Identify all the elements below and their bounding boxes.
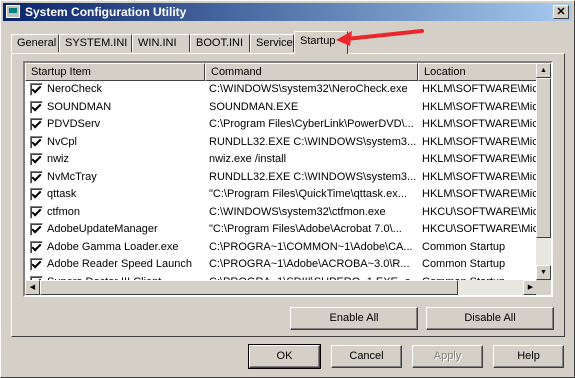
table-row[interactable]: NeroCheck C:\WINDOWS\system32\NeroCheck.e… <box>25 81 538 98</box>
cell-location: HKLM\SOFTWARE\Micro <box>422 153 538 165</box>
close-button[interactable]: ✕ <box>553 5 569 19</box>
table-row[interactable]: NvCpl RUNDLL32.EXE C:\WINDOWS\system3... H… <box>25 134 538 151</box>
cell-startup-item: SOUNDMAN <box>47 100 112 113</box>
startup-item-checkbox[interactable] <box>30 170 43 184</box>
table-row[interactable]: ctfmon C:\WINDOWS\system32\ctfmon.exe HKCU… <box>25 204 538 221</box>
cell-location: HKLM\SOFTWARE\Micro <box>422 188 538 200</box>
cell-command: RUNDLL32.EXE C:\WINDOWS\system3... <box>209 170 416 183</box>
table-row[interactable]: nwiz nwiz.exe /install HKLM\SOFTWARE\Micro <box>25 151 538 168</box>
tab-startup[interactable]: Startup <box>294 31 348 54</box>
startup-item-checkbox[interactable] <box>30 118 43 131</box>
table-row[interactable]: Adobe Reader Speed Launch C:\PROGRA~1\Ado… <box>25 256 538 273</box>
table-row[interactable]: qttask "C:\Program Files\QuickTime\qttask… <box>25 186 538 203</box>
column-header-location[interactable]: Location <box>418 63 538 81</box>
title-bar[interactable]: System Configuration Utility ✕ <box>3 3 572 21</box>
ok-button[interactable]: OK <box>248 344 321 369</box>
column-header-command[interactable]: Command <box>205 63 418 81</box>
cell-command: C:\PROGRA~1\COMMON~1\Adobe\CA... <box>209 240 413 253</box>
tab-services[interactable]: Services <box>250 34 298 52</box>
startup-item-checkbox[interactable] <box>30 188 43 201</box>
cell-command: RUNDLL32.EXE C:\WINDOWS\system3... <box>209 135 416 148</box>
cell-location: HKCU\SOFTWARE\Micro <box>422 223 538 235</box>
help-button[interactable]: Help <box>493 345 564 368</box>
cell-startup-item: NeroCheck <box>47 83 103 95</box>
vertical-scroll-thumb[interactable] <box>536 78 551 238</box>
cell-location: HKLM\SOFTWARE\Micro <box>422 100 538 113</box>
column-header-startup-item[interactable]: Startup Item <box>25 63 205 81</box>
system-configuration-window: System Configuration Utility ✕ General S… <box>0 0 575 378</box>
scroll-up-button[interactable]: ▲ <box>536 63 551 78</box>
cell-startup-item: AdobeUpdateManager <box>47 223 158 235</box>
cell-location: HKLM\SOFTWARE\Micro <box>422 135 538 148</box>
cell-command: C:\WINDOWS\system32\ctfmon.exe <box>209 205 386 218</box>
cell-startup-item: qttask <box>47 188 77 200</box>
startup-item-checkbox[interactable] <box>30 83 43 96</box>
tab-system-ini[interactable]: SYSTEM.INI <box>59 34 132 52</box>
tab-general[interactable]: General <box>11 34 59 52</box>
cell-command: "C:\Program Files\Adobe\Acrobat 7.0\... <box>209 223 402 235</box>
cell-startup-item: NvCpl <box>47 135 77 148</box>
startup-items-list[interactable]: Startup Item Command Location NeroCheck C… <box>23 61 553 297</box>
tab-win-ini[interactable]: WIN.INI <box>132 34 190 52</box>
cancel-button[interactable]: Cancel <box>331 345 402 368</box>
scroll-left-button[interactable]: ◀ <box>25 280 40 295</box>
cell-startup-item: PDVDServ <box>47 118 101 130</box>
cell-command: SOUNDMAN.EXE <box>209 100 299 113</box>
cell-startup-item: ctfmon <box>47 205 81 218</box>
cell-command: C:\PROGRA~1\Adobe\ACROBA~3.0\R... <box>209 258 410 270</box>
startup-item-checkbox[interactable] <box>30 135 43 149</box>
cell-location: HKCU\SOFTWARE\Micro <box>422 205 538 218</box>
cell-startup-item: Adobe Reader Speed Launch <box>47 258 192 270</box>
cell-location: HKLM\SOFTWARE\Micro <box>422 170 538 183</box>
vertical-scrollbar[interactable]: ▲ ▼ <box>536 63 551 280</box>
startup-item-checkbox[interactable] <box>30 205 43 219</box>
cell-location: Common Startup <box>422 240 506 253</box>
horizontal-scrollbar[interactable]: ◀ ▶ <box>25 280 538 295</box>
startup-item-checkbox[interactable] <box>30 153 43 166</box>
cell-location: HKLM\SOFTWARE\Micro <box>422 118 538 130</box>
startup-item-checkbox[interactable] <box>30 100 43 114</box>
startup-item-checkbox[interactable] <box>30 240 43 254</box>
cell-startup-item: NvMcTray <box>47 170 97 183</box>
scrollbar-corner <box>536 280 551 295</box>
startup-item-checkbox[interactable] <box>30 258 43 271</box>
table-row[interactable]: NvMcTray RUNDLL32.EXE C:\WINDOWS\system3.… <box>25 169 538 186</box>
table-row[interactable]: Adobe Gamma Loader.exe C:\PROGRA~1\COMMON… <box>25 239 538 256</box>
table-row[interactable]: AdobeUpdateManager "C:\Program Files\Adob… <box>25 221 538 238</box>
scroll-down-button[interactable]: ▼ <box>536 265 551 280</box>
tab-boot-ini[interactable]: BOOT.INI <box>190 34 250 52</box>
window-title: System Configuration Utility <box>25 5 187 19</box>
cell-command: "C:\Program Files\QuickTime\qttask.ex... <box>209 188 407 200</box>
table-row[interactable]: SOUNDMAN SOUNDMAN.EXE HKLM\SOFTWARE\Micro <box>25 99 538 116</box>
msconfig-app-icon <box>6 5 20 18</box>
cell-command: C:\WINDOWS\system32\NeroCheck.exe <box>209 83 408 95</box>
apply-button[interactable]: Apply <box>412 345 483 368</box>
cell-location: HKLM\SOFTWARE\Micro <box>422 83 538 95</box>
cell-location: Common Startup <box>422 258 506 270</box>
horizontal-scroll-thumb[interactable] <box>40 280 458 295</box>
enable-all-button[interactable]: Enable All <box>290 307 418 330</box>
cell-startup-item: nwiz <box>47 153 70 165</box>
table-row[interactable]: PDVDServ C:\Program Files\CyberLink\Power… <box>25 116 538 133</box>
cell-command: nwiz.exe /install <box>209 153 287 165</box>
cell-startup-item: Adobe Gamma Loader.exe <box>47 240 179 253</box>
startup-item-checkbox[interactable] <box>30 223 43 236</box>
cell-command: C:\Program Files\CyberLink\PowerDVD\... <box>209 118 414 130</box>
disable-all-button[interactable]: Disable All <box>426 307 554 330</box>
